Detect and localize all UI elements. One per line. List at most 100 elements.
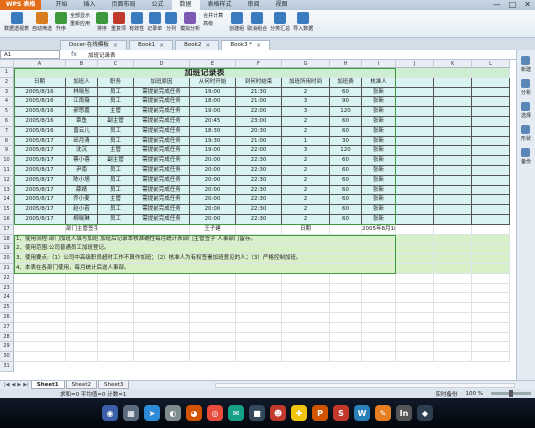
- row-header[interactable]: 27: [0, 322, 14, 333]
- dock-app-icon[interactable]: ▦: [123, 405, 139, 421]
- close-icon[interactable]: ✕: [524, 0, 531, 10]
- maximize-icon[interactable]: □: [509, 0, 517, 10]
- dock-app-icon[interactable]: ✚: [291, 405, 307, 421]
- table-cell[interactable]: [434, 68, 472, 78]
- ribbon-button[interactable]: 创建组: [229, 10, 244, 32]
- row-header[interactable]: 29: [0, 342, 14, 353]
- row-header[interactable]: 24: [0, 293, 14, 304]
- table-cell[interactable]: [472, 283, 510, 294]
- row-header[interactable]: 16: [0, 214, 14, 225]
- spreadsheet-grid[interactable]: ABCDEFGHIJKL 1 2 3 4 5 6 7 8 9 10 11 12 13 14 15 16 17 18…: [0, 60, 516, 380]
- row-header[interactable]: 6: [0, 116, 14, 127]
- table-cell[interactable]: [434, 224, 472, 235]
- table-cell[interactable]: [362, 352, 396, 362]
- table-cell[interactable]: [434, 312, 472, 323]
- backup-status[interactable]: 实时备份: [436, 390, 458, 398]
- table-cell[interactable]: [434, 146, 472, 157]
- table-cell[interactable]: [282, 332, 330, 343]
- table-cell[interactable]: [434, 165, 472, 176]
- last-sheet-icon[interactable]: ▶|: [23, 382, 29, 388]
- table-cell[interactable]: [98, 312, 134, 323]
- table-cell[interactable]: [14, 342, 66, 353]
- table-cell[interactable]: [282, 322, 330, 333]
- menu-item[interactable]: 插入: [75, 0, 103, 10]
- sheet-tab[interactable]: Sheet3: [97, 381, 130, 389]
- table-cell[interactable]: [14, 303, 66, 313]
- menu-item[interactable]: 表格样式: [200, 0, 240, 10]
- table-cell[interactable]: [330, 332, 362, 343]
- table-cell[interactable]: [434, 214, 472, 225]
- table-cell[interactable]: [472, 205, 510, 215]
- table-cell[interactable]: [472, 77, 510, 88]
- table-cell[interactable]: [472, 224, 510, 235]
- sheet-tab[interactable]: Sheet2: [65, 381, 97, 389]
- table-cell[interactable]: [472, 273, 510, 284]
- row-header[interactable]: 9: [0, 146, 14, 157]
- table-cell[interactable]: [396, 195, 434, 206]
- table-cell[interactable]: [134, 352, 190, 362]
- table-cell[interactable]: [236, 352, 282, 362]
- table-cell[interactable]: [190, 293, 236, 304]
- table-cell[interactable]: [134, 332, 190, 343]
- table-cell[interactable]: [190, 322, 236, 333]
- table-cell[interactable]: [134, 283, 190, 294]
- table-cell[interactable]: [434, 283, 472, 294]
- dock-app-icon[interactable]: ◎: [207, 405, 223, 421]
- task-pane-item[interactable]: 分析: [521, 79, 531, 96]
- prev-sheet-icon[interactable]: ◀: [12, 382, 16, 388]
- row-header[interactable]: 17: [0, 224, 14, 235]
- row-header[interactable]: 28: [0, 332, 14, 343]
- table-cell[interactable]: [472, 263, 510, 274]
- table-cell[interactable]: [134, 312, 190, 323]
- table-cell[interactable]: [472, 146, 510, 157]
- table-cell[interactable]: [236, 322, 282, 333]
- document-tab[interactable]: Book1 ×: [128, 40, 174, 50]
- table-cell[interactable]: [396, 352, 434, 362]
- select-all-corner[interactable]: [0, 60, 14, 68]
- table-cell[interactable]: [14, 322, 66, 333]
- table-cell[interactable]: [236, 293, 282, 304]
- table-cell[interactable]: [396, 342, 434, 353]
- table-cell[interactable]: [362, 273, 396, 284]
- dock-app-icon[interactable]: ◕: [186, 405, 202, 421]
- table-cell[interactable]: 王子建: [190, 224, 236, 235]
- table-cell[interactable]: [66, 312, 98, 323]
- dock-app-icon[interactable]: ➤: [144, 405, 160, 421]
- table-cell[interactable]: [396, 224, 434, 235]
- table-cell[interactable]: [396, 68, 434, 78]
- row-header[interactable]: 18: [0, 234, 14, 245]
- table-cell[interactable]: [396, 116, 434, 127]
- table-cell[interactable]: [190, 303, 236, 313]
- table-cell[interactable]: [330, 322, 362, 333]
- column-header[interactable]: F: [236, 60, 282, 68]
- ribbon-button[interactable]: 分类汇总: [270, 10, 290, 32]
- table-cell[interactable]: [330, 293, 362, 304]
- row-header[interactable]: 21: [0, 263, 14, 274]
- table-cell[interactable]: [396, 87, 434, 98]
- row-header[interactable]: 2: [0, 77, 14, 88]
- table-cell[interactable]: [434, 244, 472, 255]
- row-header[interactable]: 19: [0, 244, 14, 255]
- table-cell[interactable]: [330, 224, 362, 235]
- task-pane-item[interactable]: 形状: [521, 125, 531, 142]
- table-cell[interactable]: [190, 352, 236, 362]
- table-cell[interactable]: [98, 293, 134, 304]
- name-box[interactable]: A1: [0, 50, 60, 59]
- table-cell[interactable]: [14, 312, 66, 323]
- first-sheet-icon[interactable]: |◀: [4, 382, 10, 388]
- table-cell[interactable]: [396, 234, 434, 245]
- table-cell[interactable]: [472, 332, 510, 343]
- table-cell[interactable]: [472, 322, 510, 333]
- table-cell[interactable]: [396, 97, 434, 108]
- table-cell[interactable]: [472, 244, 510, 255]
- dock-app-icon[interactable]: ◆: [417, 405, 433, 421]
- table-cell[interactable]: [98, 273, 134, 284]
- row-header[interactable]: 22: [0, 273, 14, 284]
- column-header[interactable]: B: [66, 60, 98, 68]
- table-cell[interactable]: [472, 165, 510, 176]
- column-header[interactable]: J: [396, 60, 434, 68]
- ribbon-button[interactable]: 排序: [96, 10, 109, 32]
- table-cell[interactable]: [134, 342, 190, 353]
- table-cell[interactable]: [472, 126, 510, 137]
- table-cell[interactable]: [236, 283, 282, 294]
